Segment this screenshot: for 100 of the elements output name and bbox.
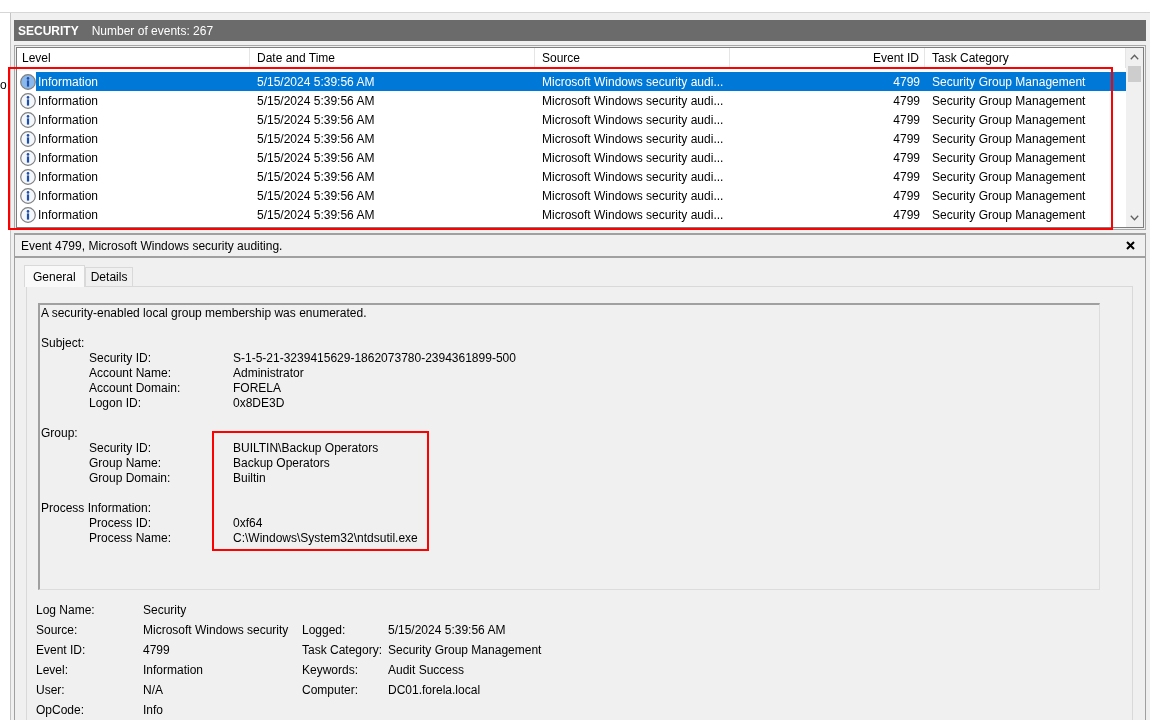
event-id-cell-text: 4799 xyxy=(892,92,921,110)
info-icon xyxy=(20,130,36,147)
task-category-cell-text: Security Group Management xyxy=(931,130,1087,148)
event-count: Number of events: 267 xyxy=(91,22,214,40)
info-icon xyxy=(20,149,36,166)
info-icon xyxy=(20,187,36,204)
field-label: Security ID: xyxy=(89,351,152,366)
property-label: Logged: xyxy=(302,622,347,639)
property-label: Keywords: xyxy=(302,662,360,679)
event-title: Event 4799, Microsoft Windows security auditing. xyxy=(21,237,283,255)
property-label: Source: xyxy=(36,622,79,639)
property-value: 4799 xyxy=(143,642,171,659)
level-cell-text: Information xyxy=(37,73,100,91)
field-label: Process ID: xyxy=(89,516,152,531)
event-id-cell-text: 4799 xyxy=(892,111,921,129)
date-time-cell-text: 5/15/2024 5:39:56 AM xyxy=(256,130,376,148)
tab[interactable]: Details xyxy=(84,267,134,286)
source-cell-text: Microsoft Windows security audi... xyxy=(541,187,725,205)
info-icon xyxy=(20,168,36,185)
field-value: C:\Windows\System32\ntdsutil.exe xyxy=(233,531,418,546)
date-time-cell-text: 5/15/2024 5:39:56 AM xyxy=(256,73,376,91)
field-value: FORELA xyxy=(233,381,281,396)
pane-text: o xyxy=(0,78,8,93)
field-value: 0xf64 xyxy=(233,516,263,531)
property-label: User: xyxy=(36,682,66,699)
info-icon xyxy=(20,73,36,90)
source-cell-text: Microsoft Windows security audi... xyxy=(541,130,725,148)
property-label: Level: xyxy=(36,662,70,679)
property-value: Information xyxy=(143,662,205,679)
field-value: BUILTIN\Backup Operators xyxy=(233,441,379,456)
scrollbar-thumb[interactable] xyxy=(1128,66,1141,82)
column-header[interactable]: Source xyxy=(535,48,730,68)
task-category-cell-text: Security Group Management xyxy=(931,187,1087,205)
source-cell-text: Microsoft Windows security audi... xyxy=(541,73,725,91)
event-id-cell-text: 4799 xyxy=(892,187,921,205)
property-label: Task Category: xyxy=(302,642,384,659)
event-id-cell-text: 4799 xyxy=(892,168,921,186)
task-category-cell-text: Security Group Management xyxy=(931,206,1087,224)
column-header[interactable]: Event ID xyxy=(730,48,925,68)
chevron-up-icon[interactable] xyxy=(1130,54,1139,60)
task-category-cell-text: Security Group Management xyxy=(931,73,1087,91)
property-label: Computer: xyxy=(302,682,360,699)
property-value: 5/15/2024 5:39:56 AM xyxy=(388,622,506,639)
property-value: Security xyxy=(143,602,188,619)
event-id-cell-text: 4799 xyxy=(892,149,921,167)
source-cell-text: Microsoft Windows security audi... xyxy=(541,149,725,167)
chevron-down-icon[interactable] xyxy=(1130,215,1139,221)
scrollbar[interactable] xyxy=(1126,48,1143,227)
source-cell-text: Microsoft Windows security audi... xyxy=(541,92,725,110)
field-label: Logon ID: xyxy=(89,396,143,411)
level-cell-text: Information xyxy=(37,149,100,167)
tab[interactable]: General xyxy=(24,265,85,287)
level-cell-text: Information xyxy=(37,168,100,186)
column-header[interactable]: Date and Time xyxy=(250,48,535,68)
date-time-cell-text: 5/15/2024 5:39:56 AM xyxy=(256,187,376,205)
source-cell-text: Microsoft Windows security audi... xyxy=(541,168,725,186)
event-id-cell-text: 4799 xyxy=(892,73,921,91)
property-value: DC01.forela.local xyxy=(388,682,481,699)
property-value: N/A xyxy=(143,682,164,699)
level-cell-text: Information xyxy=(37,111,100,129)
date-time-cell-text: 5/15/2024 5:39:56 AM xyxy=(256,149,376,167)
event-row[interactable]: Information 5/15/2024 5:39:56 AM Microsoft Windows security audi... 4799 Security Group Management xyxy=(36,72,1126,91)
description-text: A security-enabled local group membership was enumerated. xyxy=(41,306,368,321)
field-label: Group Name: xyxy=(89,456,163,471)
date-time-cell-text: 5/15/2024 5:39:56 AM xyxy=(256,168,376,186)
field-label: Process Name: xyxy=(89,531,173,546)
property-label: Event ID: xyxy=(36,642,87,659)
task-category-cell-text: Security Group Management xyxy=(931,92,1087,110)
field-label: Security ID: xyxy=(89,441,152,456)
log-title: SECURITY xyxy=(18,22,79,40)
field-value: 0x8DE3D xyxy=(233,396,285,411)
field-value: Administrator xyxy=(233,366,304,381)
column-header[interactable]: Level xyxy=(17,48,250,68)
field-label: Account Name: xyxy=(89,366,173,381)
level-cell-text: Information xyxy=(37,92,100,110)
section-heading: Process Information: xyxy=(41,501,153,516)
property-value: Info xyxy=(143,702,164,719)
close-icon xyxy=(1125,241,1135,250)
info-icon xyxy=(20,206,36,223)
field-label: Account Domain: xyxy=(89,381,182,396)
property-value: Microsoft Windows security xyxy=(143,622,290,639)
field-value: Builtin xyxy=(233,471,266,486)
field-label: Group Domain: xyxy=(89,471,172,486)
level-cell-text: Information xyxy=(37,187,100,205)
task-category-cell-text: Security Group Management xyxy=(931,149,1087,167)
event-id-cell-text: 4799 xyxy=(892,206,921,224)
close-button[interactable] xyxy=(1124,239,1136,252)
task-category-cell-text: Security Group Management xyxy=(931,168,1087,186)
info-icon xyxy=(20,92,36,109)
property-value: Audit Success xyxy=(388,662,465,679)
property-label: OpCode: xyxy=(36,702,86,719)
source-cell-text: Microsoft Windows security audi... xyxy=(541,206,725,224)
event-id-cell-text: 4799 xyxy=(892,130,921,148)
section-heading: Group: xyxy=(41,426,79,441)
date-time-cell-text: 5/15/2024 5:39:56 AM xyxy=(256,92,376,110)
info-icon xyxy=(20,111,36,128)
section-heading: Subject: xyxy=(41,336,86,351)
date-time-cell-text: 5/15/2024 5:39:56 AM xyxy=(256,111,376,129)
level-cell-text: Information xyxy=(37,130,100,148)
property-label: Log Name: xyxy=(36,602,96,619)
